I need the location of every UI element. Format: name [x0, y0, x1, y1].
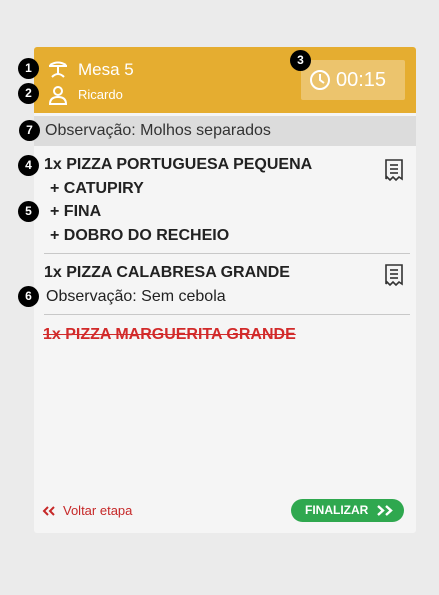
item-title: 1x PIZZA PORTUGUESA PEQUENA — [44, 156, 313, 173]
back-step-label: Voltar etapa — [63, 503, 133, 518]
order-observation: Observação: Molhos separados — [45, 122, 271, 139]
back-step-link[interactable]: Voltar etapa — [42, 502, 132, 520]
user-icon — [48, 86, 68, 105]
annotation-badge: 1 — [18, 58, 39, 79]
order-card: Mesa 5 Ricardo 00:15 Observação: Molhos … — [34, 47, 416, 533]
annotation-badge: 2 — [18, 83, 39, 104]
annotation-badge: 3 — [290, 50, 311, 71]
annotation-badge: 4 — [18, 155, 39, 176]
waiter-name: Ricardo — [78, 87, 123, 102]
annotation-badge: 7 — [19, 120, 40, 141]
finish-button-label: FINALIZAR — [305, 503, 369, 517]
receipt-icon[interactable] — [384, 158, 404, 182]
divider — [44, 253, 410, 254]
item-addon: + DOBRO DO RECHEIO — [50, 227, 230, 244]
cancelled-item-title: 1x PIZZA MARGUERITA GRANDE — [43, 326, 296, 343]
item-addon: + CATUPIRY — [50, 180, 144, 197]
order-timer: 00:15 — [301, 60, 405, 100]
annotation-badge: 6 — [18, 286, 39, 307]
annotation-badge: 5 — [18, 201, 39, 222]
item-note: Observação: Sem cebola — [46, 288, 226, 305]
restaurant-table-icon — [49, 61, 67, 78]
finish-button[interactable]: FINALIZAR — [291, 499, 404, 522]
divider — [44, 314, 410, 315]
order-header: Mesa 5 Ricardo 00:15 — [34, 47, 416, 113]
item-title: 1x PIZZA CALABRESA GRANDE — [44, 264, 290, 281]
receipt-icon[interactable] — [384, 263, 404, 287]
timer-value: 00:15 — [336, 69, 387, 91]
order-observation-bar: Observação: Molhos separados — [34, 116, 416, 146]
table-label: Mesa 5 — [78, 60, 134, 79]
double-chevron-left-icon — [42, 506, 55, 516]
double-chevron-right-icon — [377, 505, 393, 516]
clock-icon — [310, 70, 330, 90]
item-addon: + FINA — [50, 203, 102, 220]
